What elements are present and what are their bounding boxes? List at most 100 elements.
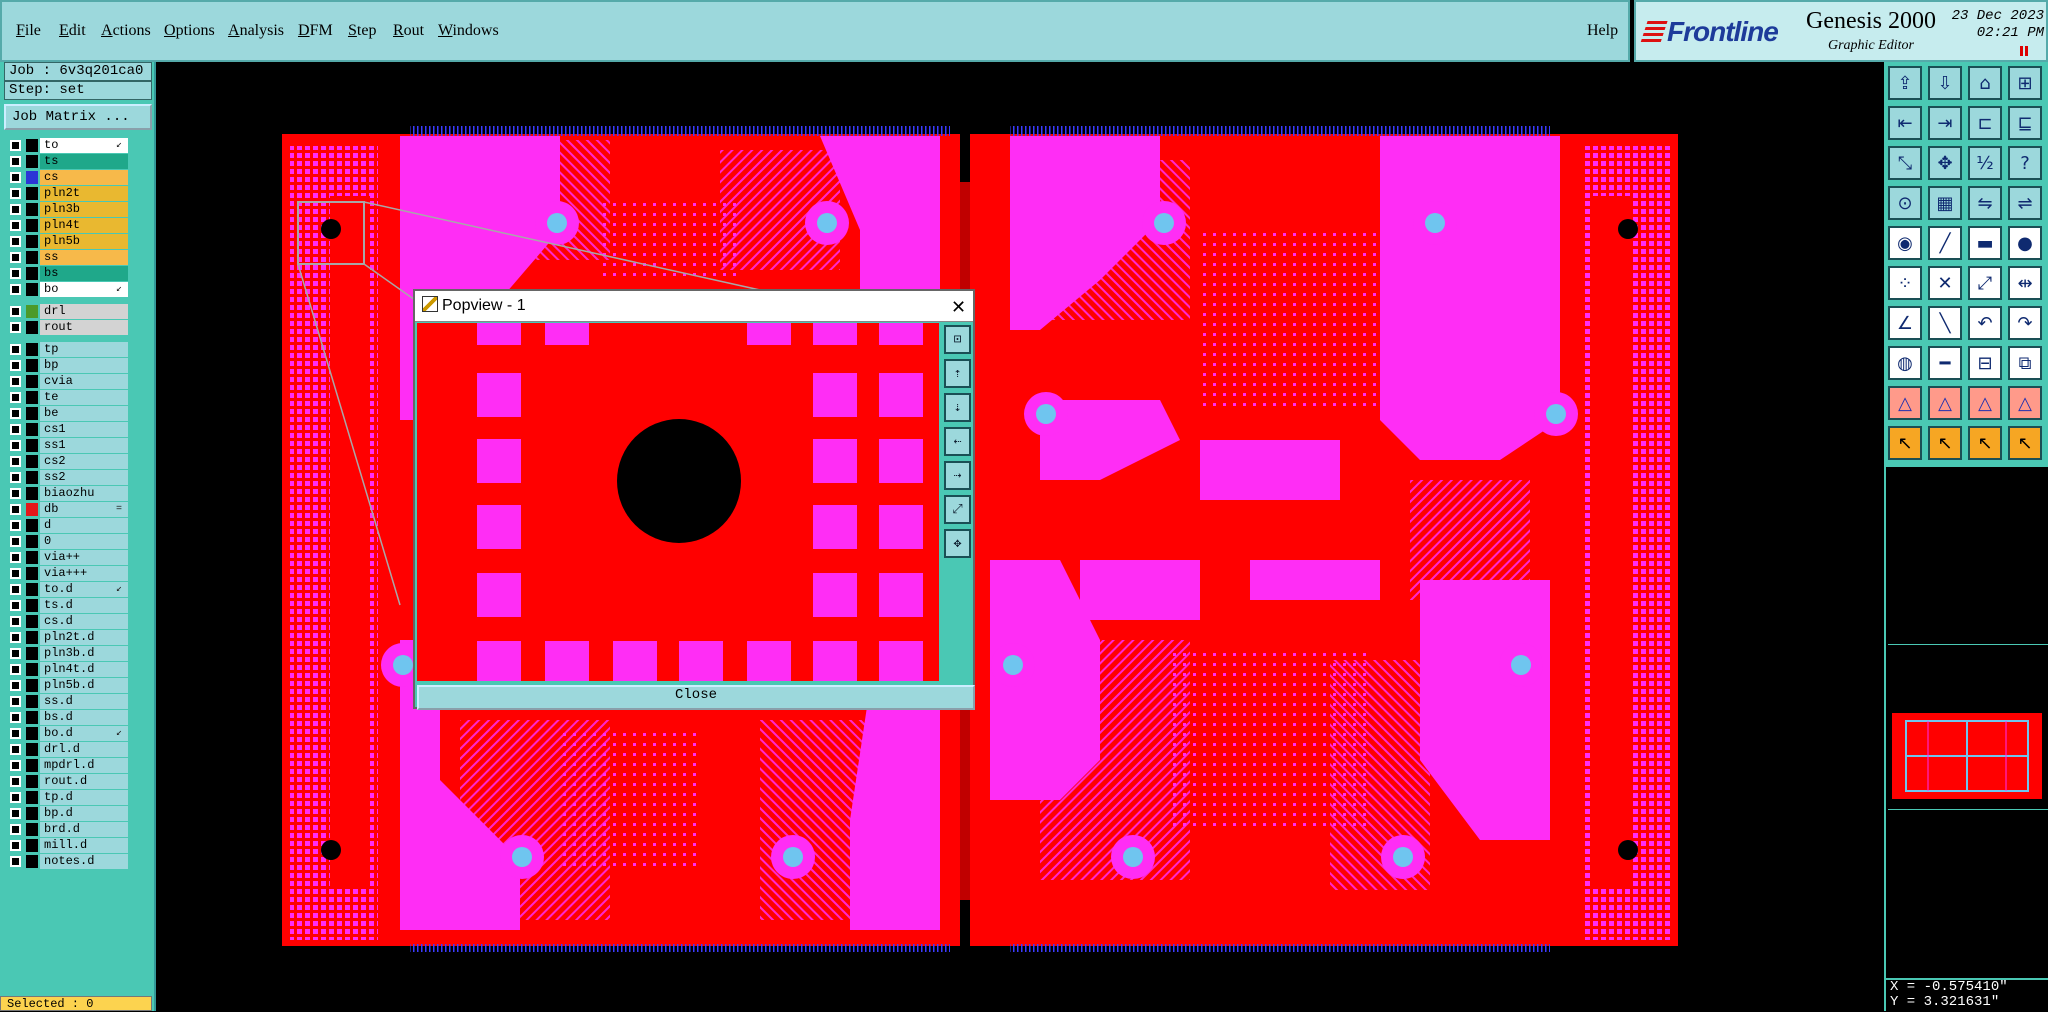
layer-row[interactable]: to.d ↙ xyxy=(6,582,128,597)
select-add-icon[interactable]: ↖ xyxy=(1928,426,1962,460)
layer-checkbox[interactable] xyxy=(10,306,21,317)
layer-checkbox[interactable] xyxy=(10,220,21,231)
fill-screen-icon[interactable]: ⤡ xyxy=(1888,146,1922,180)
menu-windows[interactable]: Windows xyxy=(438,22,499,40)
menu-dfm[interactable]: DFM xyxy=(298,22,333,40)
layer-checkbox[interactable] xyxy=(10,424,21,435)
layer-row[interactable]: pln5b xyxy=(6,234,128,249)
layer-row[interactable]: d xyxy=(6,518,128,533)
layer-row[interactable]: pln5b.d xyxy=(6,678,128,693)
layer-checkbox[interactable] xyxy=(10,268,21,279)
layer-checkbox[interactable] xyxy=(10,648,21,659)
layer-checkbox[interactable] xyxy=(10,456,21,467)
layer-checkbox[interactable] xyxy=(10,664,21,675)
layer-checkbox[interactable] xyxy=(10,520,21,531)
layer-row[interactable]: brd.d xyxy=(6,822,128,837)
layer-row[interactable]: ts.d xyxy=(6,598,128,613)
layer-checkbox[interactable] xyxy=(10,792,21,803)
layer-checkbox[interactable] xyxy=(10,252,21,263)
select-icon[interactable]: ↖ xyxy=(1888,426,1922,460)
redraw-icon[interactable]: ⊑ xyxy=(2008,106,2042,140)
layer-checkbox[interactable] xyxy=(10,600,21,611)
layer-row[interactable]: 0 xyxy=(6,534,128,549)
layer-checkbox[interactable] xyxy=(10,392,21,403)
layer-checkbox[interactable] xyxy=(10,322,21,333)
line-add-icon[interactable]: ━ xyxy=(1928,346,1962,380)
layer-row[interactable]: cs xyxy=(6,170,128,185)
job-matrix-button[interactable]: Job Matrix ... xyxy=(4,104,152,130)
layer-checkbox[interactable] xyxy=(10,568,21,579)
layer-row[interactable]: cs1 xyxy=(6,422,128,437)
layer-row[interactable]: bo.d ↙ xyxy=(6,726,128,741)
popview-right-icon[interactable]: ⇢ xyxy=(944,461,971,490)
layer-checkbox[interactable] xyxy=(10,472,21,483)
layer-snap-icon[interactable]: ⇌ xyxy=(2008,186,2042,220)
menu-options[interactable]: Options xyxy=(164,22,215,40)
angle-icon[interactable]: ∠ xyxy=(1888,306,1922,340)
popview-left-icon[interactable]: ⇠ xyxy=(944,427,971,456)
layer-row[interactable]: be xyxy=(6,406,128,421)
layer-checkbox[interactable] xyxy=(10,712,21,723)
layer-row[interactable]: mpdrl.d xyxy=(6,758,128,773)
pan-right-icon[interactable]: ⇥ xyxy=(1928,106,1962,140)
snap-icon[interactable]: ⇋ xyxy=(1968,186,2002,220)
layer-row[interactable]: rout xyxy=(6,320,128,335)
layer-checkbox[interactable] xyxy=(10,360,21,371)
layer-row[interactable]: ts xyxy=(6,154,128,169)
layer-checkbox[interactable] xyxy=(10,204,21,215)
layer-row[interactable]: cs2 xyxy=(6,454,128,469)
select-move-icon[interactable]: ↖ xyxy=(1968,426,2002,460)
layer-row[interactable]: to ↙ xyxy=(6,138,128,153)
close-icon[interactable]: ✕ xyxy=(951,293,966,323)
layer-row[interactable]: bp xyxy=(6,358,128,373)
layer-checkbox[interactable] xyxy=(10,140,21,151)
layer-row[interactable]: drl xyxy=(6,304,128,319)
popview-close-button[interactable]: Close xyxy=(417,685,975,710)
scale-12-icon[interactable]: ½ xyxy=(1968,146,2002,180)
popview-fit-icon[interactable]: ⊡ xyxy=(944,325,971,354)
layer-row[interactable]: db = xyxy=(6,502,128,517)
layer-checkbox[interactable] xyxy=(10,824,21,835)
arc-flip-icon[interactable]: ↷ xyxy=(2008,306,2042,340)
layer-row[interactable]: pln3b.d xyxy=(6,646,128,661)
slot-icon[interactable]: ⇹ xyxy=(2008,266,2042,300)
layer-checkbox[interactable] xyxy=(10,344,21,355)
layer-checkbox[interactable] xyxy=(10,776,21,787)
layer-row[interactable]: tp xyxy=(6,342,128,357)
layer-row[interactable]: pln4t xyxy=(6,218,128,233)
line-icon[interactable]: ╱ xyxy=(1928,226,1962,260)
menu-step[interactable]: Step xyxy=(348,22,376,40)
center-icon[interactable]: ✥ xyxy=(1928,146,1962,180)
layer-checkbox[interactable] xyxy=(10,696,21,707)
layer-row[interactable]: pln2t.d xyxy=(6,630,128,645)
grid-icon[interactable]: ▦ xyxy=(1928,186,1962,220)
layer-row[interactable]: ss xyxy=(6,250,128,265)
cross-node-icon[interactable]: ✕ xyxy=(1928,266,1962,300)
layer-checkbox[interactable] xyxy=(10,584,21,595)
menu-analysis[interactable]: Analysis xyxy=(228,22,284,40)
layer-row[interactable]: bp.d xyxy=(6,806,128,821)
layer-checkbox[interactable] xyxy=(10,552,21,563)
popview-canvas[interactable] xyxy=(417,323,939,681)
layer-row[interactable]: tp.d xyxy=(6,790,128,805)
help-icon[interactable]: ? xyxy=(2008,146,2042,180)
layer-checkbox[interactable] xyxy=(10,616,21,627)
zoom-out-icon[interactable]: ⌂ xyxy=(1968,66,2002,100)
layer-checkbox[interactable] xyxy=(10,680,21,691)
layer-row[interactable]: ss.d xyxy=(6,694,128,709)
pad-add-icon[interactable]: ◍ xyxy=(1888,346,1922,380)
circle-icon[interactable]: ● xyxy=(2008,226,2042,260)
layer-checkbox[interactable] xyxy=(10,488,21,499)
layer-checkbox[interactable] xyxy=(10,840,21,851)
select-multi-icon[interactable]: ↖ xyxy=(2008,426,2042,460)
layer-row[interactable]: bo ↙ xyxy=(6,282,128,297)
zoom-fit-icon[interactable]: ⊞ xyxy=(2008,66,2042,100)
layer-row[interactable]: bs.d xyxy=(6,710,128,725)
node-icon[interactable]: ⁘ xyxy=(1888,266,1922,300)
poly-1-icon[interactable]: △ xyxy=(1888,386,1922,420)
layer-row[interactable]: pln4t.d xyxy=(6,662,128,677)
popview-zoom-out-icon[interactable]: ✥ xyxy=(944,529,971,558)
group-icon[interactable]: ⧉ xyxy=(2008,346,2042,380)
measure-icon[interactable]: ⊙ xyxy=(1888,186,1922,220)
layer-checkbox[interactable] xyxy=(10,156,21,167)
